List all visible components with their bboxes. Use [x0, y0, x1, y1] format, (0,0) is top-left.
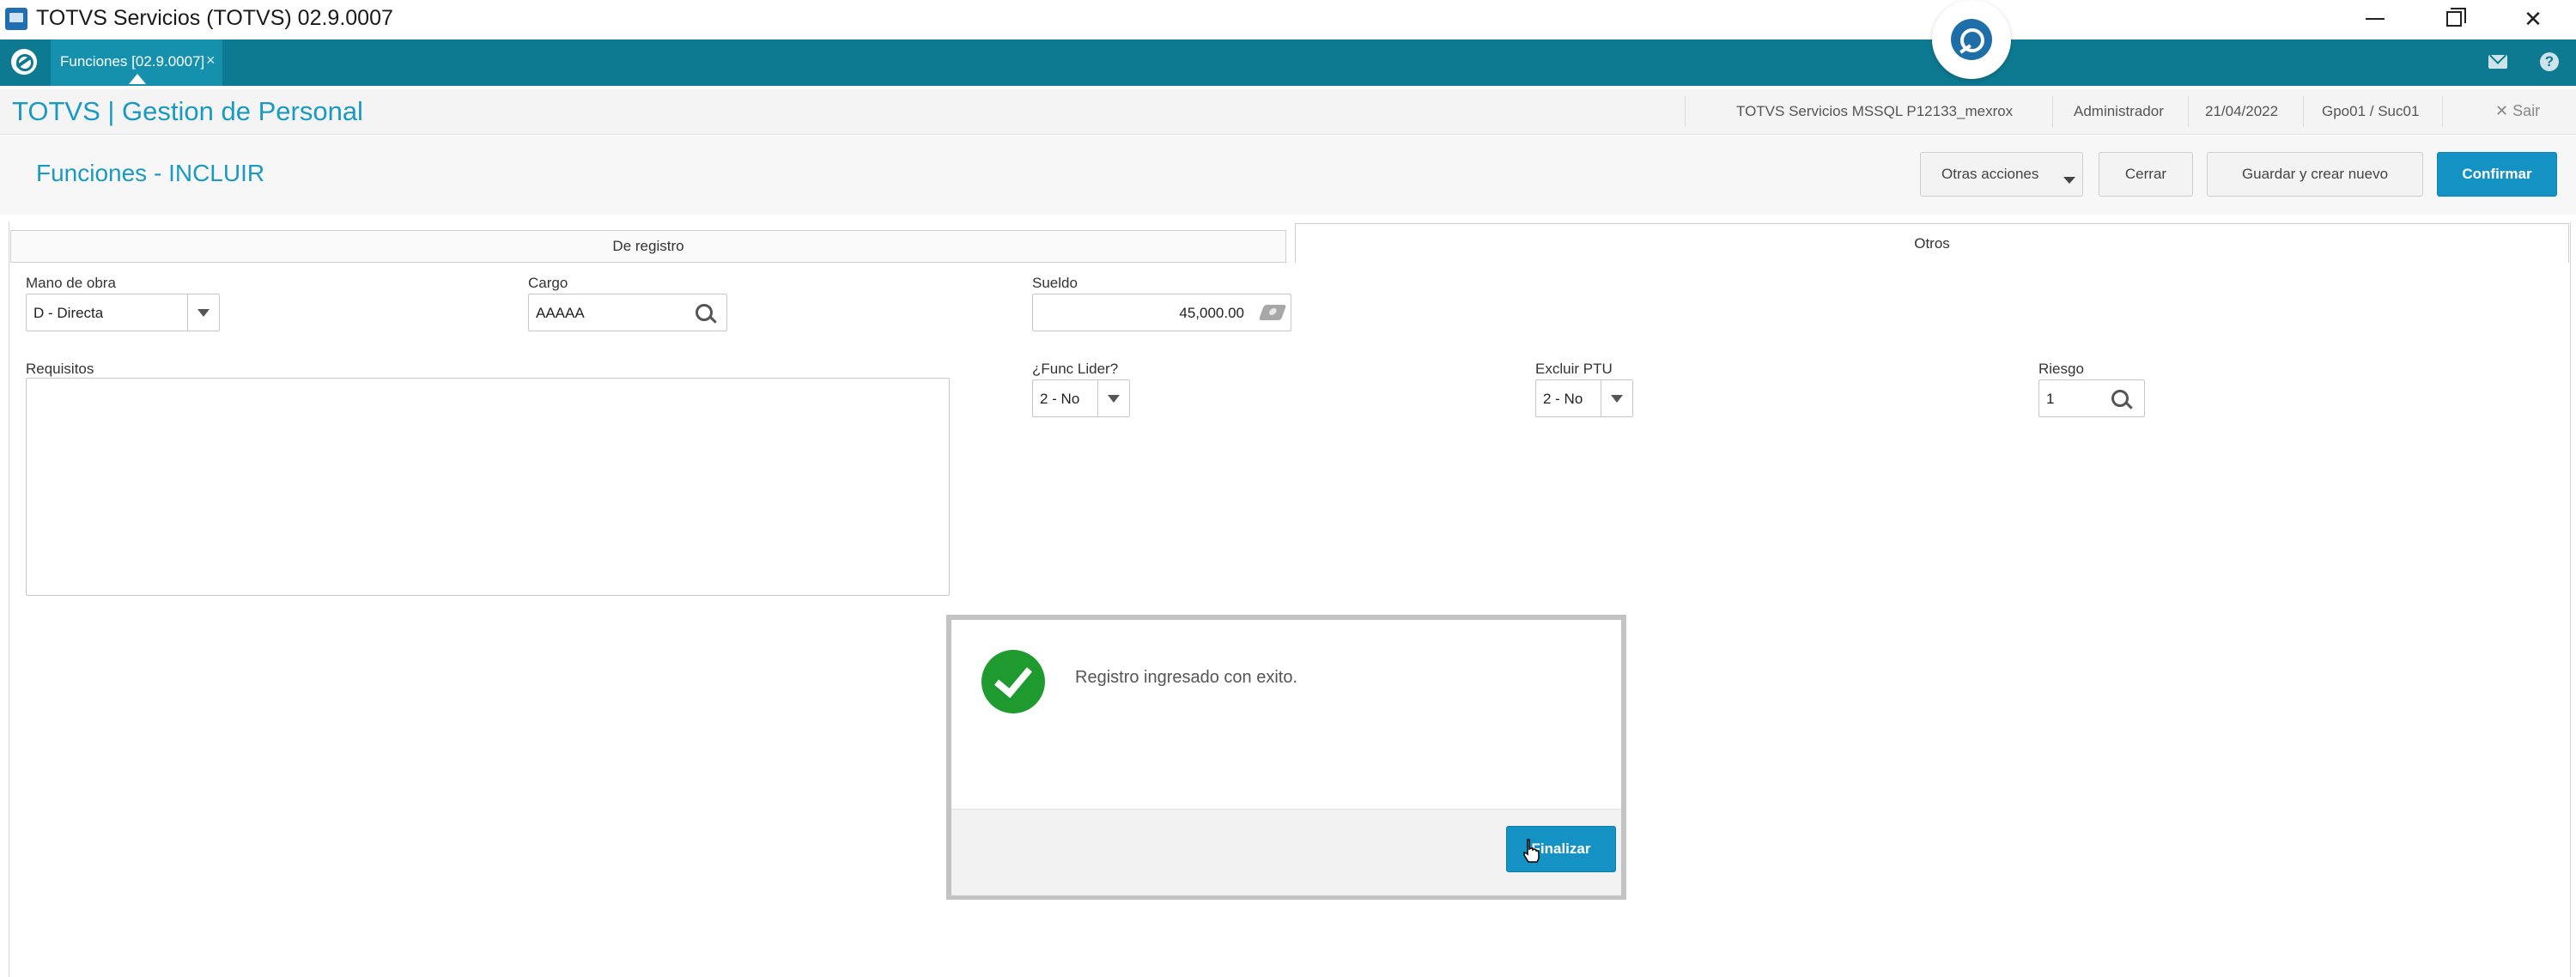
requisitos-label: Requisitos — [26, 361, 94, 377]
window-titlebar: TOTVS Servicios (TOTVS) 02.9.0007 ✕ — [0, 0, 2576, 38]
tab-close-icon[interactable]: × — [206, 52, 216, 70]
search-icon[interactable] — [696, 304, 713, 321]
close-form-button[interactable]: Cerrar — [2099, 152, 2193, 197]
chevron-down-icon[interactable] — [187, 294, 219, 331]
chevron-down-icon — [2063, 177, 2075, 184]
mano-de-obra-label: Mano de obra — [26, 275, 116, 291]
other-actions-label: Otras acciones — [1941, 166, 2039, 182]
other-actions-button[interactable]: Otras acciones — [1920, 152, 2083, 197]
close-window-button[interactable]: ✕ — [2494, 0, 2573, 38]
sueldo-value: 45,000.00 — [1179, 305, 1244, 321]
save-new-button[interactable]: Guardar y crear nuevo — [2207, 152, 2423, 197]
sueldo-label: Sueldo — [1032, 275, 1078, 291]
excluir-ptu-label: Excluir PTU — [1535, 361, 1613, 377]
minimize-button[interactable] — [2336, 0, 2415, 38]
cargo-input[interactable]: AAAAA — [528, 294, 727, 331]
cargo-label: Cargo — [528, 275, 568, 291]
riesgo-value: 1 — [2046, 391, 2055, 407]
window-title: TOTVS Servicios (TOTVS) 02.9.0007 — [36, 6, 393, 30]
mail-icon[interactable] — [2488, 55, 2507, 69]
search-icon[interactable] — [2111, 390, 2129, 407]
page-title: Funciones - INCLUIR — [36, 160, 265, 186]
header-divider — [2442, 96, 2443, 127]
help-icon[interactable]: ? — [2540, 52, 2559, 71]
totvs-logo-icon[interactable] — [11, 49, 37, 75]
riesgo-label: Riesgo — [2038, 361, 2084, 377]
header-divider — [2052, 96, 2053, 127]
tab-active-indicator — [129, 74, 146, 84]
restore-icon — [2446, 8, 2466, 27]
tab-funciones-label: Funciones [02.9.0007] — [60, 53, 205, 70]
tab-otros[interactable]: Otros — [1295, 223, 2569, 263]
user-label: Administrador — [2074, 103, 2164, 119]
chat-assistant-button[interactable] — [1932, 0, 2011, 79]
cargo-value: AAAAA — [536, 305, 585, 321]
branch-label: Gpo01 / Suc01 — [2322, 103, 2420, 119]
environment-label: TOTVS Servicios MSSQL P12133_mexrox — [1736, 103, 2014, 119]
module-header: TOTVS | Gestion de Personal TOTVS Servic… — [0, 89, 2576, 135]
sueldo-input[interactable]: 45,000.00 — [1032, 294, 1291, 331]
close-icon: ✕ — [2524, 5, 2543, 32]
confirm-button[interactable]: Confirmar — [2437, 152, 2557, 197]
date-label: 21/04/2022 — [2205, 103, 2279, 119]
func-lider-select[interactable]: 2 - No — [1032, 379, 1130, 417]
excluir-ptu-select[interactable]: 2 - No — [1535, 379, 1633, 417]
func-lider-label: ¿Func Lider? — [1032, 361, 1119, 377]
header-divider — [1685, 96, 1686, 127]
tab-de-registro[interactable]: De registro — [10, 230, 1286, 263]
exit-button[interactable]: ✕ Sair — [2495, 102, 2540, 120]
app-tabbar: Funciones [02.9.0007] × ? — [0, 39, 2576, 86]
hand-cursor-icon — [1523, 839, 1540, 863]
money-icon[interactable] — [1258, 305, 1287, 320]
mano-de-obra-value: D - Directa — [33, 305, 104, 321]
header-divider — [2188, 96, 2189, 127]
header-divider — [2303, 96, 2304, 127]
chevron-down-icon[interactable] — [1601, 380, 1632, 416]
success-check-icon — [981, 650, 1045, 713]
page-header: Funciones - INCLUIR Otras acciones Cerra… — [0, 136, 2576, 215]
excluir-ptu-value: 2 - No — [1543, 391, 1583, 407]
chat-icon — [1951, 19, 1992, 60]
mano-de-obra-select[interactable]: D - Directa — [26, 294, 220, 331]
maximize-button[interactable] — [2415, 0, 2494, 38]
module-title: TOTVS | Gestion de Personal — [12, 96, 363, 126]
minimize-icon — [2366, 18, 2385, 20]
func-lider-value: 2 - No — [1040, 391, 1080, 407]
riesgo-input[interactable]: 1 — [2038, 379, 2145, 417]
success-message: Registro ingresado con exito. — [1075, 668, 1298, 687]
chevron-down-icon[interactable] — [1097, 380, 1129, 416]
requisitos-textarea[interactable] — [26, 378, 950, 596]
app-icon — [5, 8, 27, 30]
